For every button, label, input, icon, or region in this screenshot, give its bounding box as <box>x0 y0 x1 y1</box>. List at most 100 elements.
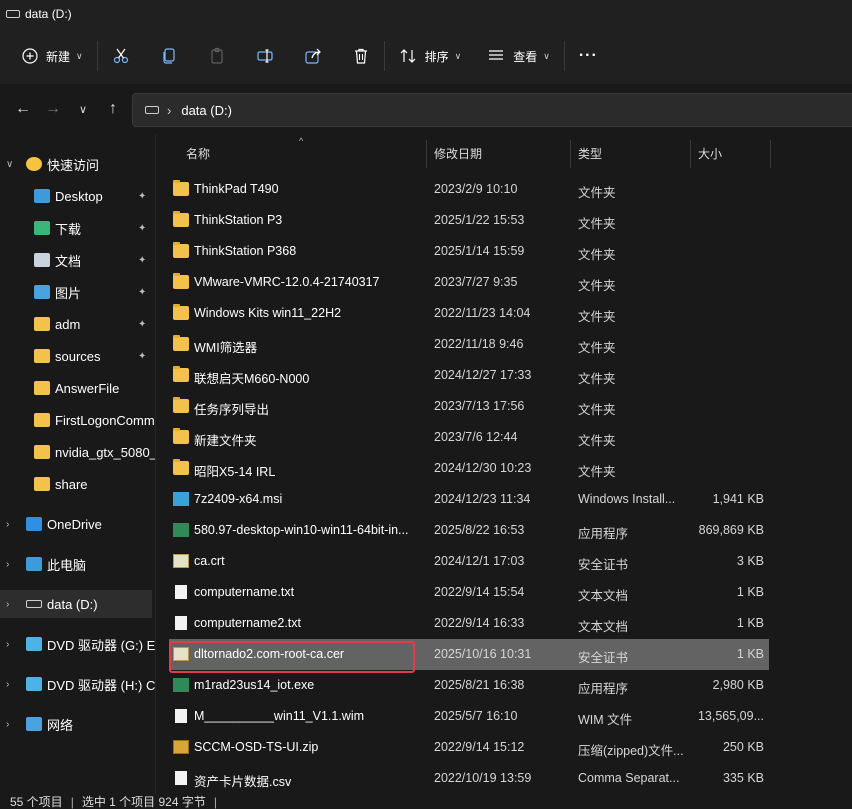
file-row[interactable]: 任务序列导出 2023/7/13 17:56 文件夹 <box>169 391 769 422</box>
sidebar-item[interactable]: › DVD 驱动器 (H:) CF <box>0 670 155 698</box>
more-options-button[interactable]: ··· <box>571 40 606 72</box>
file-name: 新建文件夹 <box>194 434 257 448</box>
file-row[interactable]: WMI筛选器 2022/11/18 9:46 文件夹 <box>169 329 769 360</box>
text-file-icon <box>175 585 187 599</box>
column-header-type[interactable]: 类型 <box>578 134 602 172</box>
vertical-scrollbar[interactable] <box>838 172 846 794</box>
chevron-right-icon[interactable]: › <box>6 679 9 690</box>
dvd-icon <box>26 637 42 651</box>
sidebar-item[interactable]: › 此电脑 <box>0 550 152 578</box>
new-button[interactable]: 新建 ∨ <box>14 40 91 72</box>
column-header-name[interactable]: 名称 <box>186 134 210 172</box>
file-row[interactable]: ThinkStation P368 2025/1/14 15:59 文件夹 <box>169 236 769 267</box>
highlight-box <box>169 641 415 673</box>
chevron-right-icon[interactable]: › <box>6 719 9 730</box>
file-size: 1 KB <box>736 585 764 599</box>
sidebar-item[interactable]: adm ✦ <box>0 310 152 338</box>
share-button[interactable] <box>296 40 330 72</box>
sidebar-item[interactable]: FirstLogonComm <box>0 406 155 434</box>
file-row[interactable]: SCCM-OSD-TS-UI.zip 2022/9/14 15:12 压缩(zipp… <box>169 732 769 763</box>
sidebar-item[interactable]: Desktop ✦ <box>0 182 152 210</box>
file-name: 昭阳X5-14 IRL <box>194 465 276 479</box>
file-type: 文件夹 <box>578 248 616 262</box>
file-size: 13,565,09... <box>697 709 764 723</box>
paste-button[interactable] <box>200 40 234 72</box>
file-row[interactable]: ThinkStation P3 2025/1/22 15:53 文件夹 <box>169 205 769 236</box>
sidebar-item[interactable]: › OneDrive <box>0 510 152 538</box>
exe-icon <box>173 678 189 692</box>
sidebar-item[interactable]: 下载 ✦ <box>0 214 152 242</box>
file-name: WMI筛选器 <box>194 341 258 355</box>
column-resize-handle[interactable] <box>690 140 691 168</box>
sidebar-item[interactable]: ∨ 快速访问 <box>0 150 152 178</box>
forward-button[interactable]: → <box>38 94 68 124</box>
address-bar[interactable]: › data (D:) <box>132 93 852 127</box>
file-row[interactable]: 580.97-desktop-win10-win11-64bit-in... 20… <box>169 515 769 546</box>
column-header-size[interactable]: 大小 <box>698 134 722 172</box>
sidebar-item[interactable]: AnswerFile <box>0 374 152 402</box>
column-header-date[interactable]: 修改日期 <box>434 134 482 172</box>
breadcrumb-chevron-icon[interactable]: › <box>167 103 171 118</box>
sidebar-item[interactable]: › DVD 驱动器 (G:) EA <box>0 630 155 658</box>
file-row[interactable]: computername.txt 2022/9/14 15:54 文本文档 1 KB <box>169 577 769 608</box>
file-date: 2023/7/27 9:35 <box>434 275 518 289</box>
column-resize-handle[interactable] <box>426 140 427 168</box>
back-button[interactable]: ← <box>8 94 38 124</box>
file-date: 2022/11/18 9:46 <box>434 337 524 351</box>
file-row[interactable]: Windows Kits win11_22H2 2022/11/23 14:04 文… <box>169 298 769 329</box>
recent-locations-button[interactable]: ∨ <box>68 94 98 124</box>
folder-icon <box>173 211 189 227</box>
cut-button[interactable] <box>104 40 138 72</box>
sort-icon <box>400 49 416 63</box>
file-row[interactable]: 7z2409-x64.msi 2024/12/23 11:34 Windows In… <box>169 484 769 515</box>
sidebar-item[interactable]: sources ✦ <box>0 342 152 370</box>
file-row[interactable]: 新建文件夹 2023/7/6 12:44 文件夹 <box>169 422 769 453</box>
download-icon <box>34 221 50 235</box>
file-row[interactable]: M__________win11_V1.1.wim 2025/5/7 16:10 W… <box>169 701 769 732</box>
file-date: 2025/8/21 16:38 <box>434 678 525 692</box>
column-resize-handle[interactable] <box>570 140 571 168</box>
file-row[interactable]: ca.crt 2024/12/1 17:03 安全证书 3 KB <box>169 546 769 577</box>
file-row[interactable]: m1rad23us14_iot.exe 2025/8/21 16:38 应用程序 2,… <box>169 670 769 701</box>
sidebar-item-label: 快速访问 <box>47 157 100 173</box>
file-row[interactable]: VMware-VMRC-12.0.4-21740317 2023/7/27 9:3… <box>169 267 769 298</box>
sidebar-item[interactable]: nvidia_gtx_5080_v <box>0 438 155 466</box>
file-date: 2023/7/13 17:56 <box>434 399 525 413</box>
item-count: 55 个项目 <box>10 795 63 809</box>
up-button[interactable]: ↑ <box>98 94 128 124</box>
file-type: 文件夹 <box>578 217 616 231</box>
file-type: 文件夹 <box>578 186 616 200</box>
chevron-right-icon[interactable]: › <box>6 519 9 530</box>
file-row[interactable]: 联想启天M660-N000 2024/12/27 17:33 文件夹 <box>169 360 769 391</box>
sidebar-item[interactable]: › 网络 <box>0 710 152 738</box>
file-date: 2024/12/30 10:23 <box>434 461 532 475</box>
sidebar-item-label: 网络 <box>47 717 74 733</box>
column-resize-handle[interactable] <box>770 140 771 168</box>
file-row[interactable]: 资产卡片数据.csv 2022/10/19 13:59 Comma Separat.… <box>169 763 769 794</box>
computer-icon <box>26 557 42 571</box>
chevron-down-icon[interactable]: ∨ <box>6 159 13 170</box>
copy-button[interactable] <box>152 40 186 72</box>
delete-button[interactable] <box>344 40 378 72</box>
chevron-right-icon[interactable]: › <box>6 599 9 610</box>
chevron-right-icon[interactable]: › <box>6 559 9 570</box>
file-row[interactable]: computername2.txt 2022/9/14 16:33 文本文档 1 KB <box>169 608 769 639</box>
folder-icon <box>173 242 189 258</box>
file-list: ThinkPad T490 2023/2/9 10:10 文件夹 ThinkStati… <box>156 172 852 794</box>
sidebar-item[interactable]: share <box>0 470 152 498</box>
file-row[interactable]: ThinkPad T490 2023/2/9 10:10 文件夹 <box>169 174 769 205</box>
sidebar-item[interactable]: 图片 ✦ <box>0 278 152 306</box>
sidebar-item-label: DVD 驱动器 (G:) EA <box>47 637 155 653</box>
pin-icon: ✦ <box>138 350 147 362</box>
breadcrumb-current[interactable]: data (D:) <box>181 103 232 118</box>
sidebar-item-label: share <box>55 476 88 492</box>
sidebar-item[interactable]: 文档 ✦ <box>0 246 152 274</box>
chevron-right-icon[interactable]: › <box>6 639 9 650</box>
sort-button[interactable]: 排序 ∨ <box>391 40 470 72</box>
file-type: 文件夹 <box>578 465 616 479</box>
file-row[interactable]: 昭阳X5-14 IRL 2024/12/30 10:23 文件夹 <box>169 453 769 484</box>
sidebar-item[interactable]: › data (D:) <box>0 590 152 618</box>
view-button[interactable]: 查看 ∨ <box>479 40 558 72</box>
rename-button[interactable] <box>248 40 282 72</box>
document-icon <box>34 253 50 267</box>
